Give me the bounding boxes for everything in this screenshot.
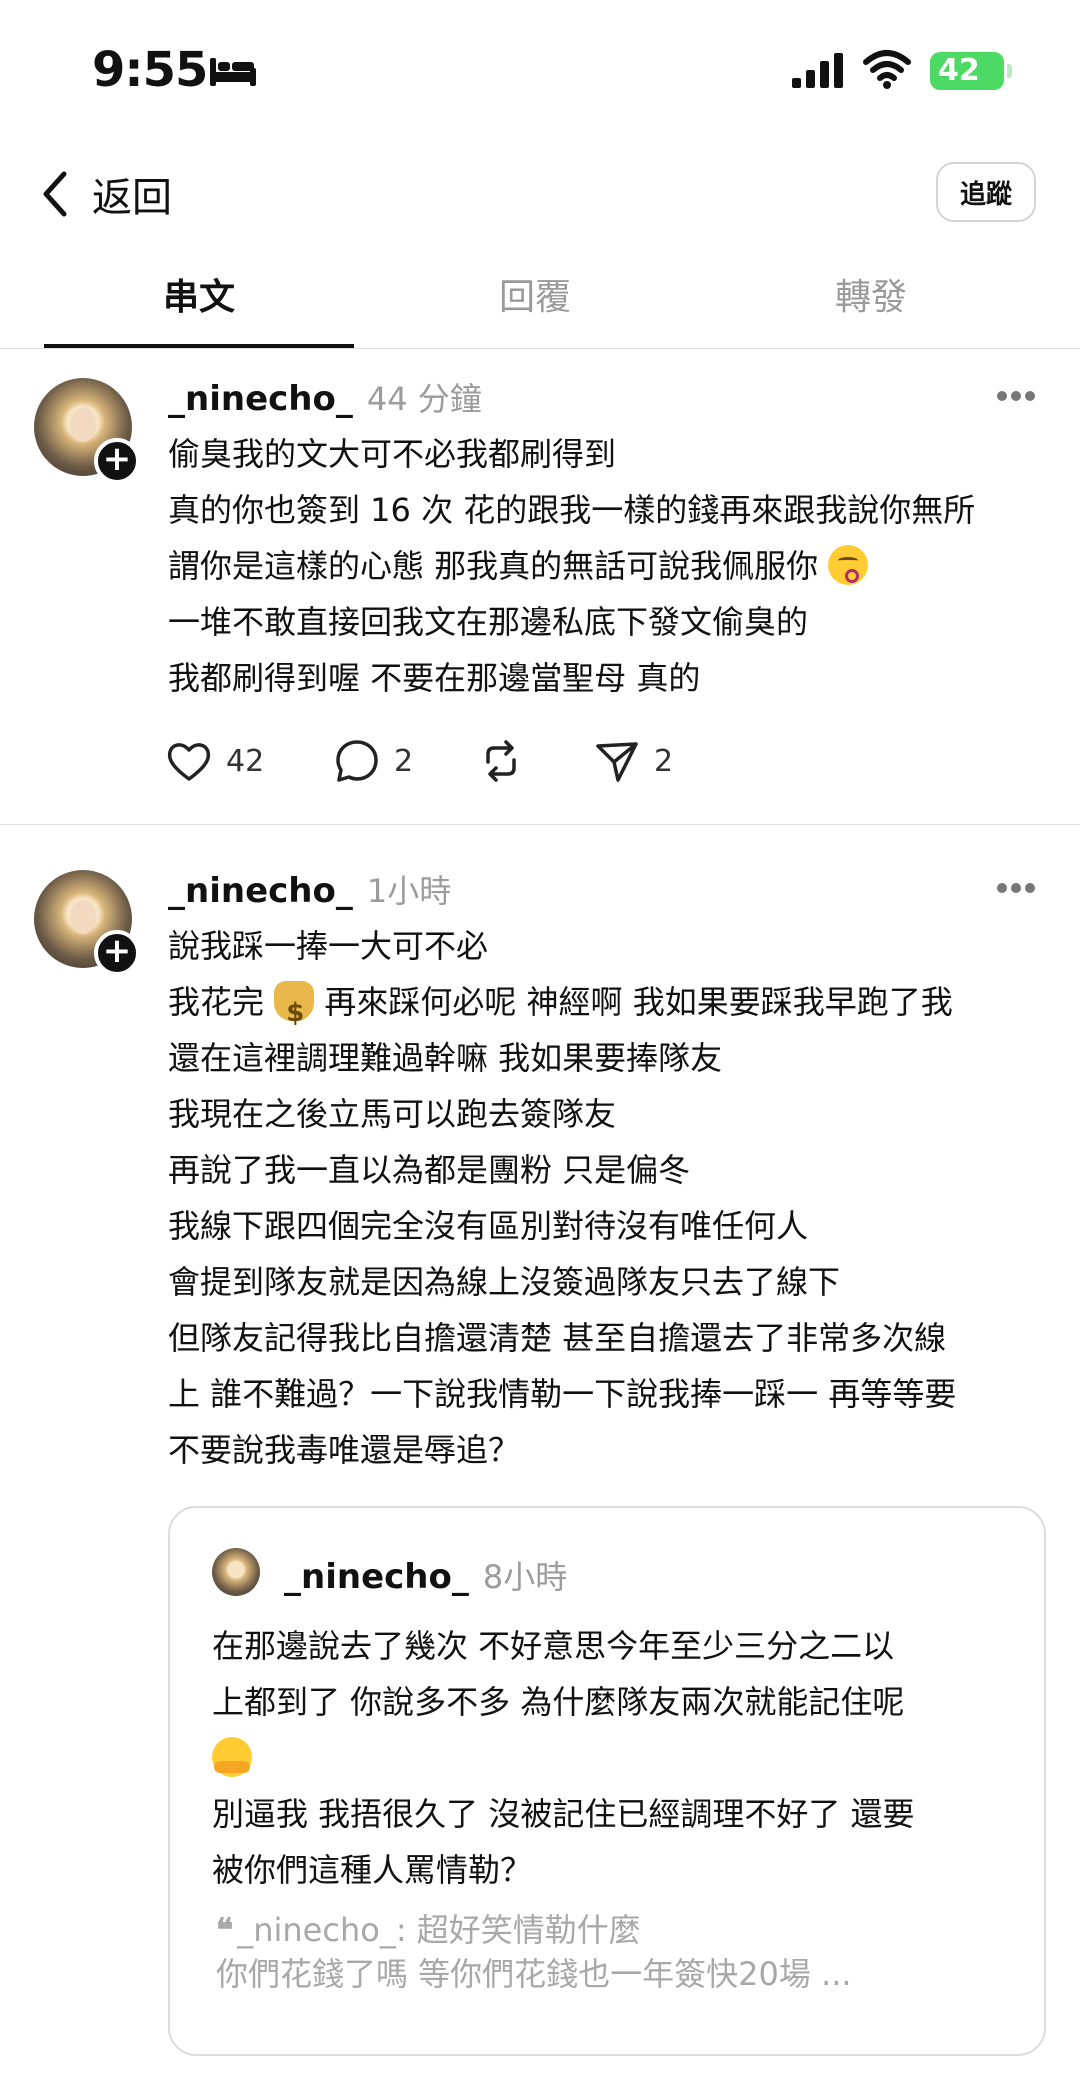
reply-line: ❝ _ninecho_: 超好笑情勒什麼 — [216, 1908, 1016, 1952]
quote-mark-icon: ❝ — [216, 1911, 234, 1949]
post-line: 真的你也簽到 16 次 花的跟我一樣的錢再來跟我說你無所 — [168, 491, 976, 529]
tab-reposts[interactable]: 轉發 — [716, 260, 1026, 350]
post-line: 別逼我 我捂很久了 沒被記住已經調理不好了 還要 — [212, 1795, 915, 1833]
post-line: 我線下跟四個完全沒有區別對待沒有唯任何人 — [168, 1207, 809, 1245]
post-line-text: 謂你是這樣的心態 那我真的無話可說我佩服你 — [168, 547, 819, 585]
reply-text: _ninecho_: 超好笑情勒什麼 — [237, 1911, 641, 1949]
author-name[interactable]: _ninecho_ — [284, 1557, 469, 1597]
follow-plus-icon[interactable]: + — [94, 438, 140, 484]
post-line: 被你們這種人罵情勒？ — [212, 1851, 533, 1889]
author-name[interactable]: _ninecho_ — [168, 871, 353, 911]
bed-icon — [210, 58, 256, 86]
post-line: 再說了我一直以為都是團粉 只是偏冬 — [168, 1151, 691, 1189]
post-body: 說我踩一捧一大可不必我花完 再來踩何必呢 神經啊 我如果要踩我早跑了我還在這裡調… — [168, 918, 1058, 1478]
battery-level: 42 — [938, 53, 980, 88]
signal-icon — [792, 53, 843, 88]
follow-plus-icon[interactable]: + — [94, 930, 140, 976]
post-time: 1小時 — [366, 872, 452, 910]
hugging-face-icon — [212, 1737, 252, 1777]
post-line: 我花完 再來踩何必呢 神經啊 我如果要踩我早跑了我 — [168, 974, 1058, 1041]
avatar[interactable] — [212, 1548, 260, 1596]
post-line: 說我踩一捧一大可不必 — [168, 927, 489, 965]
post-line: 不要說我毒唯還是辱追？ — [168, 1431, 521, 1469]
post-line: 我現在之後立馬可以跑去簽隊友 — [168, 1095, 617, 1133]
heart-icon — [167, 743, 211, 781]
post-line — [212, 1730, 1012, 1786]
share-count: 2 — [654, 743, 674, 779]
post-line-text: 我花完 再來踩何必呢 神經啊 我如果要踩我早跑了我 — [168, 981, 953, 1041]
author-name[interactable]: _ninecho_ — [168, 379, 353, 419]
avatar-wrap[interactable]: + — [34, 870, 140, 976]
avatar-wrap[interactable]: + — [34, 378, 140, 484]
post-line: 但隊友記得我比自擔還清楚 甚至自擔還去了非常多次線 — [168, 1319, 947, 1357]
chevron-left-icon — [43, 171, 67, 217]
money-bag-icon — [274, 981, 315, 1041]
send-icon — [596, 742, 638, 782]
post-body: 偷臭我的文大可不必我都刷得到真的你也簽到 16 次 花的跟我一樣的錢再來跟我說你… — [168, 426, 1058, 706]
post-line: 上都到了 你說多不多 為什麼隊友兩次就能記住呢 — [212, 1683, 905, 1721]
post-actions: 42 2 2 — [164, 736, 764, 786]
quoted-post-author[interactable]: _ninecho_ 8小時 — [284, 1552, 567, 1598]
post-line: 一堆不敢直接回我文在那邊私底下發文偷臭的 — [168, 603, 809, 641]
post-line: 會提到隊友就是因為線上沒簽過隊友只去了線下 — [168, 1263, 841, 1301]
reply-line: 你們花錢了嗎 等你們花錢也一年簽快20場 ... — [216, 1955, 852, 1993]
post-time: 8小時 — [482, 1558, 568, 1596]
post-line: 偷臭我的文大可不必我都刷得到 — [168, 435, 617, 473]
share-button[interactable]: 2 — [592, 736, 673, 786]
post-author[interactable]: _ninecho_ 44 分鐘 — [168, 374, 482, 420]
battery-indicator: 42 — [930, 52, 1012, 90]
tab-replies[interactable]: 回覆 — [380, 260, 690, 350]
tab-bar: 串文 回覆 轉發 — [44, 260, 1080, 350]
post-time: 44 分鐘 — [366, 380, 482, 418]
comment-icon — [336, 740, 378, 782]
kissing-face-icon — [828, 545, 869, 585]
post-line: 謂你是這樣的心態 那我真的無話可說我佩服你 — [168, 538, 1058, 594]
tab-threads[interactable]: 串文 — [44, 260, 354, 350]
post-line: 上 誰不難過？一下說我情勒一下說我捧一踩一 再等等要 — [168, 1375, 957, 1413]
like-count: 42 — [226, 743, 265, 779]
more-icon[interactable] — [996, 390, 1036, 402]
quoted-post-body: 在那邊說去了幾次 不好意思今年至少三分之二以 上都到了 你說多不多 為什麼隊友兩次… — [212, 1618, 1012, 1898]
quoted-post-card[interactable]: _ninecho_ 8小時 在那邊說去了幾次 不好意思今年至少三分之二以 上都到了 … — [168, 1506, 1046, 2056]
repost-icon — [486, 740, 516, 782]
post-line: 在那邊說去了幾次 不好意思今年至少三分之二以 — [212, 1627, 895, 1665]
back-button[interactable]: 返回 — [38, 162, 172, 226]
more-icon[interactable] — [996, 882, 1036, 894]
status-time: 9:55 — [92, 42, 208, 98]
repost-button[interactable] — [476, 736, 526, 786]
wifi-icon — [863, 50, 911, 89]
quoted-reply-preview: ❝ _ninecho_: 超好笑情勒什麼 你們花錢了嗎 等你們花錢也一年簽快20場… — [216, 1908, 1016, 1996]
comment-button[interactable]: 2 — [332, 736, 413, 786]
like-button[interactable]: 42 — [164, 736, 264, 786]
divider — [0, 824, 1080, 825]
comment-count: 2 — [394, 743, 414, 779]
status-bar: 9:55 42 — [0, 0, 1080, 140]
post-line: 我都刷得到喔 不要在那邊當聖母 真的 — [168, 659, 701, 697]
back-label: 返回 — [92, 175, 172, 221]
divider — [0, 348, 1080, 349]
post-author[interactable]: _ninecho_ 1小時 — [168, 866, 451, 912]
follow-button[interactable]: 追蹤 — [936, 162, 1036, 222]
